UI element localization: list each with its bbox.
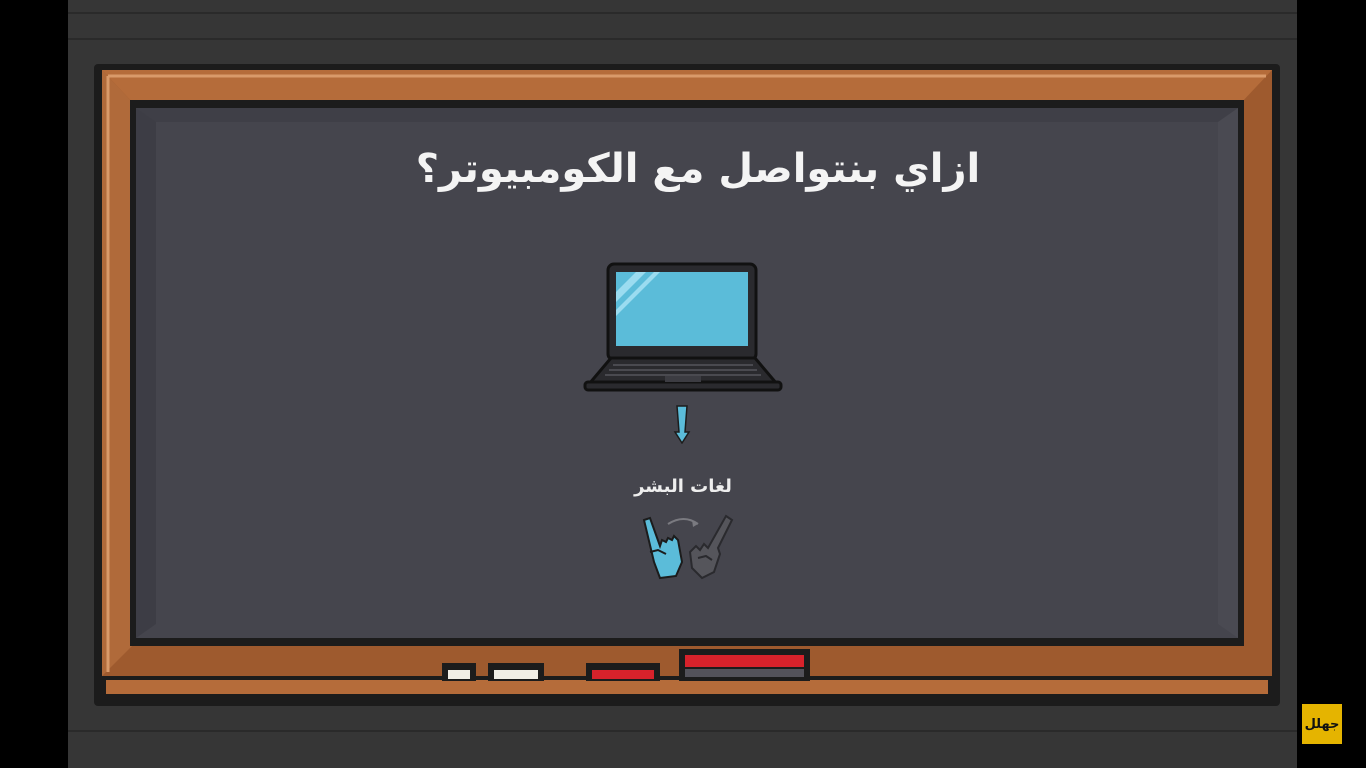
sign-language-hands-icon [642, 514, 734, 580]
channel-logo[interactable]: جهلل [1302, 704, 1342, 744]
down-arrow-icon [673, 405, 691, 444]
lesson-title: ازاي بنتواصل مع الكومبيوتر؟ [415, 146, 981, 192]
channel-logo-text: جهلل [1304, 716, 1340, 732]
human-languages-label: لغات البشر [634, 476, 732, 497]
laptop-icon [583, 262, 783, 392]
video-frame: لغات البشر ازاي بنتواصل مع الكومبيوتر؟ [68, 0, 1297, 768]
